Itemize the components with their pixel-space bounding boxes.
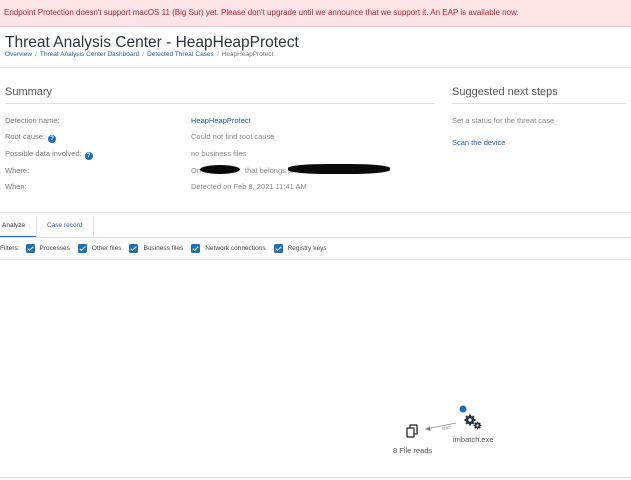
summary-divider: [5, 103, 435, 104]
filter-network-connections-label: Network connections: [205, 245, 266, 252]
filter-business-files[interactable]: Business files: [129, 244, 183, 253]
process-node-label: imbatch.exe: [453, 435, 494, 444]
header-divider: [0, 67, 631, 68]
page-title: Threat Analysis Center - HeapHeapProtect: [5, 34, 299, 51]
set-status-text: Set a status for the threat case: [452, 116, 555, 125]
breadcrumb: Overview / Threat Analysis Center Dashboar…: [5, 51, 273, 58]
filters-bar: Filters: Processes Other files Business …: [0, 244, 335, 253]
root-cause-label: Root cause:?: [5, 132, 57, 143]
checkbox-checked-icon[interactable]: [77, 244, 87, 253]
help-icon[interactable]: ?: [48, 135, 57, 143]
filter-other-files-label: Other files: [91, 245, 122, 252]
status-dot-icon: [459, 405, 467, 413]
file-node-icon[interactable]: [406, 424, 418, 438]
possible-data-value: no business files: [191, 149, 247, 158]
filters-label: Filters:: [0, 245, 20, 252]
breadcrumb-current: HeapHeapProtect: [221, 51, 274, 58]
file-node-label: 8 File reads: [393, 446, 433, 455]
breadcrumb-threat-analysis-center-dashboard[interactable]: Threat Analysis Center Dashboard: [40, 51, 139, 58]
tabs-bottom-divider: [0, 237, 631, 238]
where-value-mid: that belongs to: [245, 166, 295, 175]
tab-separator: [36, 216, 37, 238]
breadcrumb-separator: /: [35, 51, 37, 58]
checkbox-checked-icon[interactable]: [129, 244, 139, 253]
filter-business-files-label: Business files: [143, 245, 184, 252]
when-value: Detected on Feb 8, 2021 11:41 AM: [191, 182, 307, 191]
root-cause-value: Could not find root cause: [191, 132, 275, 141]
where-label: Where:: [5, 166, 30, 175]
bottom-divider: [0, 477, 631, 478]
tab-analyze[interactable]: Analyze: [0, 216, 36, 238]
breadcrumb-overview[interactable]: Overview: [5, 51, 32, 58]
filter-other-files[interactable]: Other files: [77, 244, 122, 253]
detection-name-link[interactable]: HeapHeapProtect: [191, 116, 251, 125]
where-value-prefix: On: [191, 166, 202, 175]
checkbox-checked-icon[interactable]: [273, 244, 283, 253]
filter-registry-keys-label: Registry keys: [287, 245, 327, 252]
possible-data-label-text: Possible data involved:: [5, 149, 82, 158]
filters-divider: [0, 259, 631, 260]
edge-label: read: [441, 424, 451, 431]
filter-network-connections[interactable]: Network connections: [191, 244, 266, 253]
redaction-mark: [288, 164, 390, 174]
breadcrumb-separator: /: [142, 51, 145, 58]
filter-registry-keys[interactable]: Registry keys: [273, 244, 327, 253]
breadcrumb-detected-threat-cases[interactable]: Detected Threat Cases: [147, 51, 214, 58]
tabs-top-divider: [0, 212, 631, 213]
checkbox-checked-icon[interactable]: [25, 244, 35, 253]
next-steps-title: Suggested next steps: [452, 86, 558, 98]
upgrade-warning-banner: Endpoint Protection doesn't support macO…: [0, 0, 631, 27]
possible-data-label: Possible data involved:?: [5, 149, 93, 160]
checkbox-checked-icon[interactable]: [191, 244, 201, 253]
scan-device-link[interactable]: Scan the device: [452, 138, 505, 147]
next-steps-divider: [452, 103, 626, 104]
filter-processes[interactable]: Processes: [25, 244, 70, 253]
when-label: When:: [5, 182, 27, 191]
tab-case-record[interactable]: Case record: [47, 216, 82, 238]
redaction-mark: [200, 165, 240, 174]
arrow-head-icon: [425, 426, 431, 431]
root-cause-label-text: Root cause:: [5, 132, 46, 141]
breadcrumb-separator: /: [216, 51, 219, 58]
tab-separator: [93, 216, 94, 238]
detection-name-label: Detection name:: [5, 116, 60, 125]
filter-processes-label: Processes: [39, 245, 70, 252]
gears-icon[interactable]: [464, 414, 482, 430]
help-icon[interactable]: ?: [84, 152, 93, 160]
summary-title: Summary: [5, 86, 53, 98]
banner-message: Endpoint Protection doesn't support macO…: [4, 8, 519, 17]
